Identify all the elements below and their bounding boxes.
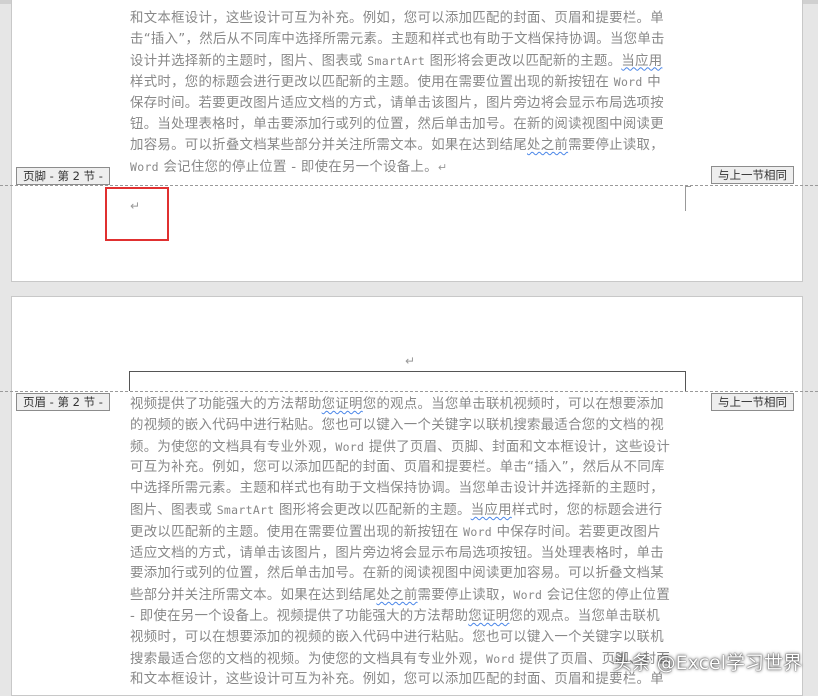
text-line[interactable]: 搜索最适合您的文档的视频。为使您的文档具有专业外观，Word 提供了页眉、页脚、…	[130, 649, 690, 671]
header-rule-top	[129, 371, 686, 372]
text-run: SmartArt	[216, 502, 275, 517]
text-run: 设计并选择新的主题时，图片、图表或	[130, 53, 368, 69]
text-run: 图形将会更改以匹配新的主题。	[274, 502, 471, 518]
text-line[interactable]: 钮。当处理表格时，单击要添加行或列的位置，然后单击加号。在新的阅读视图中阅读更	[130, 115, 690, 136]
text-run: 搜索最适合您的文档的视频。为使您的文档具有专业外观，	[130, 651, 486, 667]
text-run: 些部分并关注所需文本。如果在达到结尾	[130, 588, 377, 604]
text-run: 会记住您的停止位置 - 即使在另一个设备上。	[158, 159, 438, 175]
header-rule-left-tick	[129, 371, 130, 391]
text-run: 的视频的嵌入代码中进行粘贴。您也可以键入一个关键字以联机搜索最适合您的文档的视	[130, 417, 664, 433]
text-run: 加容易。可以折叠文档某些部分并关注所需文本。如果在达到结尾	[130, 137, 528, 153]
body-text-section-2[interactable]: 视频提供了功能强大的方法帮助您证明您的观点。当您单击联机视频时，可以在想要添加的…	[130, 395, 690, 691]
footer-section-tag: 页脚 - 第 2 节 -	[16, 167, 110, 185]
header-section-tag: 页眉 - 第 2 节 -	[16, 393, 110, 411]
text-run: Word	[130, 159, 159, 174]
footer-boundary-line	[0, 185, 818, 186]
text-line[interactable]: 可互为补充。例如，您可以添加匹配的封面、页眉和提要栏。单击“插入”，然后从不同库	[130, 458, 690, 479]
text-line[interactable]: 样式时，您的标题会进行更改以匹配新的主题。使用在需要位置出现的新按钮在 Word…	[130, 72, 690, 94]
text-run: Word	[335, 439, 365, 454]
spelling-flagged-text: 处之前	[376, 588, 418, 604]
text-line[interactable]: 的视频的嵌入代码中进行粘贴。您也可以键入一个关键字以联机搜索最适合您的文档的视	[130, 416, 690, 437]
text-run: 中	[642, 75, 661, 91]
text-line[interactable]: 击“插入”，然后从不同库中选择所需元素。主题和样式也有助于文档保持协调。当您单击	[130, 30, 690, 51]
text-line[interactable]: 些部分并关注所需文本。如果在达到结尾处之前需要停止读取，Word 会记住您的停止…	[130, 585, 690, 607]
text-run: 样式时，您的标题会进行	[511, 502, 663, 518]
text-line[interactable]: 设计并选择新的主题时，图片、图表或 SmartArt 图形将会更改以匹配新的主题…	[130, 51, 690, 73]
right-margin-marker	[685, 187, 686, 211]
text-run: - 即使在另一个设备上。视频提供了功能强大的方法帮助	[130, 608, 469, 624]
text-run: 频。为使您的文档具有专业外观，	[130, 439, 336, 455]
text-run: Word	[613, 75, 643, 90]
text-line[interactable]: 保存时间。若要更改图片适应文档的方式，请单击该图片，图片旁边将会显示布局选项按	[130, 94, 690, 115]
text-run: 和文本框设计，这些设计可互为补充。例如，您可以添加匹配的封面、页眉和提要栏。单	[130, 11, 664, 26]
text-line[interactable]: 和文本框设计，这些设计可互为补充。例如，您可以添加匹配的封面、页眉和提要栏。单	[130, 9, 690, 30]
spelling-flagged-text: 当应用	[470, 502, 512, 518]
spelling-flagged-text: 当应用	[621, 53, 663, 69]
text-line[interactable]: 要添加行或列的位置，然后单击加号。在新的阅读视图中阅读更加容易。可以折叠文档某	[130, 564, 690, 585]
text-run: 可互为补充。例如，您可以添加匹配的封面、页眉和提要栏。单击“插入”，然后从不同库	[130, 460, 665, 476]
text-run: 要添加行或列的位置，然后单击加号。在新的阅读视图中阅读更加容易。可以折叠文档某	[130, 566, 664, 582]
text-run: 图片、图表或	[130, 502, 217, 518]
watermark: 头条 @Excel学习世界	[612, 652, 802, 674]
text-line[interactable]: 中选择所需元素。主题和样式也有助于文档保持协调。当您单击设计并选择新的主题时，	[130, 479, 690, 500]
highlight-box	[105, 187, 169, 241]
text-run: 和文本框设计，这些设计可互为补充。例如，您可以添加匹配的封面、页眉和提要栏。单	[130, 672, 664, 688]
text-run: 更改以匹配新的主题。使用在需要位置出现的新按钮在	[130, 524, 464, 540]
text-run: SmartArt	[367, 53, 426, 68]
text-run: 钮。当处理表格时，单击要添加行或列的位置，然后单击加号。在新的阅读视图中阅读更	[130, 116, 664, 132]
text-line[interactable]: 图片、图表或 SmartArt 图形将会更改以匹配新的主题。当应用样式时，您的标…	[130, 500, 690, 522]
text-line[interactable]: 和文本框设计，这些设计可互为补充。例如，您可以添加匹配的封面、页眉和提要栏。单	[130, 670, 690, 691]
text-line[interactable]: 频。为使您的文档具有专业外观，Word 提供了页眉、页脚、封面和文本框设计，这些…	[130, 437, 690, 459]
same-as-previous-tag-header[interactable]: 与上一节相同	[711, 393, 794, 411]
paragraph-mark: ↵	[437, 160, 448, 174]
text-run: 中选择所需元素。主题和样式也有助于文档保持协调。当您单击设计并选择新的主题时，	[130, 481, 664, 497]
text-run: 视频时，可以在想要添加的视频的嵌入代码中进行粘贴。您也可以键入一个关键字以联机	[130, 629, 664, 645]
text-run: 适应文档的方式，请单击该图片，图片旁边将会显示布局选项按钮。当处理表格时，单击	[130, 545, 664, 561]
text-run: 需要停止读取，	[417, 588, 514, 604]
text-run: 样式时，您的标题会进行更改以匹配新的主题。使用在需要位置出现的新按钮在	[130, 75, 614, 91]
spelling-flagged-text: 处之前	[527, 137, 569, 153]
text-run: Word	[463, 524, 493, 539]
footer-margin-marker	[685, 186, 691, 187]
spelling-flagged-text: 您证明	[321, 397, 363, 412]
text-run: 视频提供了功能强大的方法帮助	[130, 397, 322, 412]
spelling-flagged-text: 您证明	[468, 608, 510, 624]
text-run: 击“插入”，然后从不同库中选择所需元素。主题和样式也有助于文档保持协调。当您单击	[130, 31, 665, 47]
text-run: 图形将会更改以匹配新的主题。	[425, 53, 622, 69]
text-run: Word	[485, 651, 515, 666]
text-line[interactable]: 视频时，可以在想要添加的视频的嵌入代码中进行粘贴。您也可以键入一个关键字以联机	[130, 628, 690, 649]
text-run: 中保存时间。若要更改图片	[492, 524, 661, 540]
text-line[interactable]: Word 会记住您的停止位置 - 即使在另一个设备上。↵	[130, 157, 690, 179]
text-run: 提供了页眉、页脚、封面和文本框设计，这些设计	[364, 439, 671, 455]
header-rule-right-tick	[685, 371, 686, 391]
text-line[interactable]: 视频提供了功能强大的方法帮助您证明您的观点。当您单击联机视频时，可以在想要添加	[130, 395, 690, 416]
text-line[interactable]: 加容易。可以折叠文档某些部分并关注所需文本。如果在达到结尾处之前需要停止读取，	[130, 136, 690, 157]
body-text-section-1[interactable]: 和文本框设计，这些设计可互为补充。例如，您可以添加匹配的封面、页眉和提要栏。单击…	[130, 9, 690, 178]
same-as-previous-tag-footer[interactable]: 与上一节相同	[711, 166, 794, 184]
text-line[interactable]: - 即使在另一个设备上。视频提供了功能强大的方法帮助您证明您的观点。当您单击联机	[130, 607, 690, 628]
text-run: 您的观点。当您单击联机	[509, 608, 660, 624]
text-line[interactable]: 适应文档的方式，请单击该图片，图片旁边将会显示布局选项按钮。当处理表格时，单击	[130, 544, 690, 565]
header-paragraph-mark[interactable]: ↵	[405, 354, 415, 368]
text-line[interactable]: 更改以匹配新的主题。使用在需要位置出现的新按钮在 Word 中保存时间。若要更改…	[130, 522, 690, 544]
text-run: 保存时间。若要更改图片适应文档的方式，请单击该图片，图片旁边将会显示布局选项按	[130, 96, 664, 112]
header-boundary-line	[0, 391, 818, 392]
text-run: 您的观点。当您单击联机视频时，可以在想要添加	[362, 397, 664, 412]
text-run: 需要停止读取，	[568, 137, 664, 153]
text-run: 会记住您的停止位置	[542, 588, 671, 604]
text-run: Word	[513, 588, 543, 603]
